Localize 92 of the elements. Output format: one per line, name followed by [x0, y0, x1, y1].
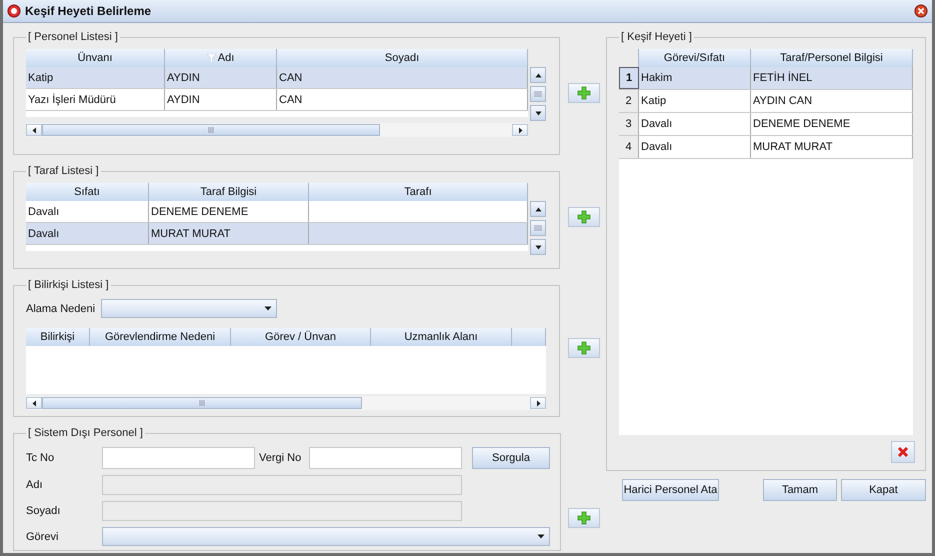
action-button[interactable]: Harici Personel Ata [622, 479, 720, 501]
arrow-icon[interactable] [534, 244, 542, 250]
plus-icon [577, 210, 591, 224]
column-header[interactable]: Görevlendirme Nedeni [90, 328, 231, 346]
table-row[interactable]: 4 Davalı MURAT MURAT [619, 136, 913, 159]
table-cell: DENEME DENEME [149, 201, 309, 222]
table-cell: CAN [277, 89, 528, 110]
table-cell: MURAT MURAT [751, 136, 913, 158]
plus-icon [577, 86, 591, 100]
grip-icon [207, 127, 215, 133]
column-header [512, 328, 546, 346]
table-cell: Hakim [639, 67, 751, 89]
arrow-icon[interactable] [534, 72, 542, 78]
table-cell: Davalı [639, 113, 751, 135]
table-cell: DENEME DENEME [751, 113, 913, 135]
table-cell: AYDIN CAN [751, 90, 913, 112]
table-row[interactable]: 2 Katip AYDIN CAN [619, 90, 913, 113]
input-field[interactable] [102, 447, 255, 469]
app-icon [7, 4, 21, 18]
arrow-icon[interactable] [30, 126, 38, 134]
table-cell: Katip [26, 67, 165, 88]
table-row[interactable]: 1 Hakim FETİH İNEL [619, 67, 913, 90]
row-number: 3 [619, 113, 639, 135]
arrow-icon[interactable] [534, 206, 542, 212]
row-number: 1 [619, 67, 639, 89]
table-cell: FETİH İNEL [751, 67, 913, 89]
input-field[interactable] [309, 447, 462, 469]
query-button[interactable]: Sorgula [472, 447, 550, 469]
table-row[interactable]: Katip AYDIN CAN [26, 67, 528, 89]
column-header[interactable]: Tarafı [309, 183, 528, 201]
table-cell: Katip [639, 90, 751, 112]
panel-legend: [ Taraf Listesi ] [26, 165, 101, 177]
action-button[interactable]: Kapat [840, 479, 926, 501]
table-cell: Davalı [639, 136, 751, 158]
field-label: Vergi No [259, 452, 302, 464]
panel-legend: [ Keşif Heyeti ] [619, 31, 694, 43]
table-cell: AYDIN [165, 89, 277, 110]
vertical-scrollbar[interactable] [530, 67, 546, 121]
panel-legend: [ Bilirkişi Listesi ] [26, 279, 111, 291]
table-row[interactable]: Yazı İşleri Müdürü AYDIN CAN [26, 89, 528, 111]
arrow-icon[interactable] [516, 126, 524, 134]
arrow-icon[interactable] [534, 400, 542, 406]
column-header[interactable]: Bilirkişi [26, 328, 90, 346]
column-header[interactable]: Uzmanlık Alanı [371, 328, 512, 346]
grip-icon [534, 91, 542, 97]
column-header[interactable]: Görevi/Sıfatı [639, 49, 751, 67]
field-label: Alama Nedeni [26, 302, 96, 314]
arrow-icon[interactable] [30, 400, 38, 406]
grip-icon [534, 225, 542, 231]
column-header[interactable]: Taraf Bilgisi [149, 183, 309, 201]
table-cell: AYDIN [165, 67, 277, 88]
table-cell: Davalı [26, 223, 149, 244]
horizontal-scrollbar[interactable] [26, 123, 528, 137]
arrow-icon[interactable] [534, 110, 542, 116]
add-button[interactable] [568, 508, 600, 528]
plus-icon [577, 511, 591, 525]
field-label: Tc No [26, 452, 56, 464]
table-row[interactable]: Davalı DENEME DENEME [26, 201, 528, 223]
column-header[interactable]: Sıfatı [26, 183, 149, 201]
field-label: Görevi [26, 530, 60, 542]
column-header[interactable]: Ünvanı [26, 49, 165, 67]
column-header[interactable]: Soyadı [277, 49, 528, 67]
add-button[interactable] [568, 338, 600, 358]
add-button[interactable] [568, 207, 600, 227]
field-label: Adı [26, 479, 44, 491]
action-button[interactable]: Tamam [763, 479, 837, 501]
table-cell: Davalı [26, 201, 149, 222]
window-title: Keşif Heyeti Belirleme [25, 4, 152, 18]
table-row[interactable]: Davalı MURAT MURAT [26, 223, 528, 245]
table-cell: MURAT MURAT [149, 223, 309, 244]
table-cell: CAN [277, 67, 528, 88]
grip-icon [198, 400, 206, 406]
vertical-scrollbar[interactable] [530, 201, 546, 255]
field-label: Soyadı [26, 505, 62, 517]
filter-icon [206, 54, 216, 62]
table-cell: Yazı İşleri Müdürü [26, 89, 165, 110]
delete-button[interactable] [891, 441, 915, 463]
table-row[interactable]: 3 Davalı DENEME DENEME [619, 113, 913, 136]
panel-legend: [ Personel Listesi ] [26, 31, 120, 43]
column-header[interactable]: Taraf/Personel Bilgisi [751, 49, 913, 67]
column-header[interactable]: Görev / Ünvan [231, 328, 371, 346]
row-number: 2 [619, 90, 639, 112]
horizontal-scrollbar[interactable] [26, 396, 546, 410]
row-number: 4 [619, 136, 639, 158]
caret-icon [537, 534, 545, 539]
add-button[interactable] [568, 83, 600, 103]
caret-icon [264, 306, 272, 311]
close-icon [897, 446, 909, 458]
close-icon[interactable] [914, 4, 928, 18]
panel-legend: [ Sistem Dışı Personel ] [26, 427, 145, 439]
plus-icon [577, 341, 591, 355]
column-header[interactable]: Adı [165, 49, 277, 67]
